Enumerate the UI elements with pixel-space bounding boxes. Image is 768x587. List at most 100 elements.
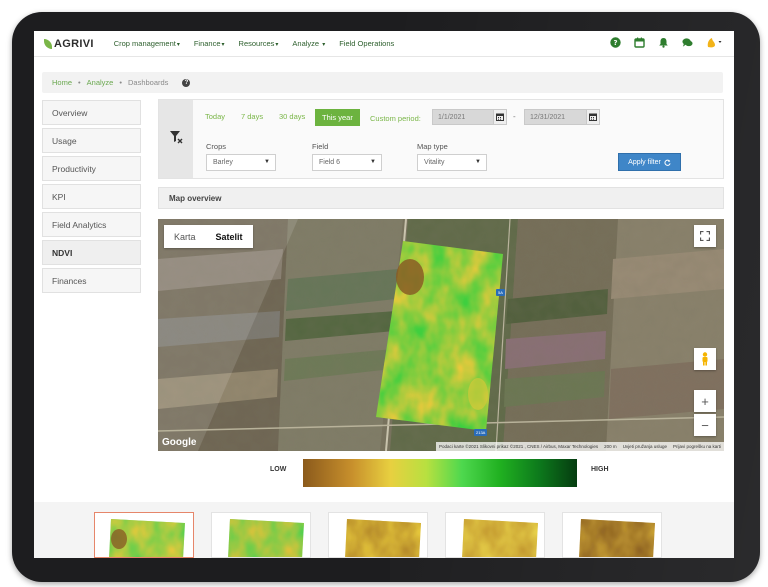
sidebar-item-finances[interactable]: Finances bbox=[42, 268, 141, 293]
clear-filter-icon bbox=[169, 130, 183, 149]
custom-period-label: Custom period: bbox=[370, 114, 421, 123]
satellite-imagery bbox=[158, 219, 724, 451]
range-30-days[interactable]: 30 days bbox=[279, 112, 305, 121]
range-today[interactable]: Today bbox=[205, 112, 225, 121]
nav-analyze[interactable]: Analyze ▾ bbox=[292, 39, 325, 48]
breadcrumb-separator: • bbox=[119, 78, 122, 87]
clear-filter-button[interactable] bbox=[159, 100, 193, 178]
attribution-text: Podaci karte ©2021 Slikovni prikaz ©2021… bbox=[439, 444, 599, 449]
google-logo: Google bbox=[162, 437, 197, 448]
help-icon[interactable]: ? bbox=[610, 37, 621, 48]
nav-resources[interactable]: Resources▾ bbox=[239, 39, 279, 48]
ndvi-thumbnail-image bbox=[228, 519, 304, 557]
timeline-thumbnail[interactable] bbox=[445, 512, 545, 558]
report-error-link[interactable]: Prijavi pogrešku na karti bbox=[673, 444, 721, 449]
sidebar-item-kpi[interactable]: KPI bbox=[42, 184, 141, 209]
ndvi-thumbnail-image bbox=[109, 519, 185, 557]
top-navigation: AGRIVI Crop management▾ Finance▾ Resourc… bbox=[34, 31, 734, 57]
sidebar-item-ndvi[interactable]: NDVI bbox=[42, 240, 141, 265]
timeline-thumbnail[interactable] bbox=[211, 512, 311, 558]
chevron-down-icon: ▼ bbox=[370, 159, 376, 165]
leaf-logo-icon bbox=[44, 38, 52, 49]
road-label: 5A bbox=[496, 289, 505, 296]
chevron-down-icon: ▾ bbox=[176, 42, 180, 48]
calendar-icon[interactable] bbox=[634, 37, 645, 48]
sidebar-item-field-analytics[interactable]: Field Analytics bbox=[42, 212, 141, 237]
fullscreen-icon bbox=[700, 231, 710, 241]
terms-link[interactable]: Uvjeti pružanja usluge bbox=[623, 444, 667, 449]
nav-actions: ? bbox=[610, 37, 724, 48]
refresh-icon bbox=[664, 159, 671, 166]
map-scale: 200 m bbox=[604, 444, 617, 449]
zoom-in-button[interactable]: + bbox=[694, 390, 716, 412]
nav-label: Analyze bbox=[292, 39, 320, 48]
chevron-down-icon: ▾ bbox=[275, 42, 279, 48]
timeline-thumbnail[interactable] bbox=[94, 512, 194, 558]
range-this-year[interactable]: This year bbox=[315, 109, 360, 126]
crops-label: Crops bbox=[206, 142, 227, 151]
breadcrumb-home[interactable]: Home bbox=[52, 78, 72, 87]
page: AGRIVI Crop management▾ Finance▾ Resourc… bbox=[0, 0, 768, 587]
tab-satellite[interactable]: Satelit bbox=[206, 225, 253, 248]
date-from-calendar-button[interactable] bbox=[493, 109, 507, 125]
chevron-down-icon: ▼ bbox=[475, 159, 481, 165]
image-timeline bbox=[34, 502, 734, 558]
pegman-icon bbox=[702, 352, 708, 366]
breadcrumb-current: Dashboards bbox=[127, 78, 169, 87]
nav-label: Resources bbox=[238, 39, 275, 48]
sidebar-item-overview[interactable]: Overview bbox=[42, 100, 141, 125]
legend-low-label: LOW bbox=[270, 466, 287, 473]
timeline-thumbnail[interactable] bbox=[328, 512, 428, 558]
ndvi-thumbnail-image bbox=[579, 519, 655, 557]
breadcrumb: Home • Analyze • Dashboards ? bbox=[42, 72, 723, 93]
date-from-input[interactable]: 1/1/2021 bbox=[432, 109, 496, 125]
tab-map[interactable]: Karta bbox=[164, 225, 206, 248]
nav-label: Field Operations bbox=[339, 39, 395, 48]
chevron-down-icon: ▾ bbox=[221, 42, 225, 48]
sidebar-item-usage[interactable]: Usage bbox=[42, 128, 141, 153]
map-attribution: Podaci karte ©2021 Slikovni prikaz ©2021… bbox=[436, 442, 724, 451]
map-type-select[interactable]: Vitality ▼ bbox=[417, 154, 487, 171]
fullscreen-button[interactable] bbox=[694, 225, 716, 247]
app-screen: AGRIVI Crop management▾ Finance▾ Resourc… bbox=[34, 31, 734, 558]
ndvi-thumbnail-image bbox=[462, 519, 538, 557]
zoom-out-button[interactable]: − bbox=[694, 414, 716, 436]
user-menu-icon[interactable] bbox=[706, 37, 724, 48]
apply-filter-button[interactable]: Apply filter bbox=[618, 153, 681, 171]
field-select-value: Field 6 bbox=[319, 159, 341, 166]
date-separator: - bbox=[513, 112, 516, 121]
chat-icon[interactable] bbox=[682, 37, 693, 48]
field-select[interactable]: Field 6 ▼ bbox=[312, 154, 382, 171]
calendar-icon bbox=[496, 113, 504, 121]
svg-text:?: ? bbox=[613, 39, 617, 47]
ndvi-legend-gradient bbox=[303, 459, 577, 487]
legend-high-label: HIGH bbox=[591, 466, 609, 473]
date-to-input[interactable]: 12/31/2021 bbox=[524, 109, 588, 125]
chevron-down-icon: ▾ bbox=[322, 42, 326, 48]
breadcrumb-separator: • bbox=[78, 78, 81, 87]
bell-icon[interactable] bbox=[658, 37, 669, 48]
crops-select[interactable]: Barley ▼ bbox=[206, 154, 276, 171]
map-type-label: Map type bbox=[417, 142, 448, 151]
logo-text: AGRIVI bbox=[54, 37, 94, 50]
nav-label: Crop management bbox=[113, 39, 176, 48]
map-overview-header: Map overview bbox=[158, 187, 724, 209]
sidebar-item-productivity[interactable]: Productivity bbox=[42, 156, 141, 181]
calendar-icon bbox=[589, 113, 597, 121]
apply-filter-label: Apply filter bbox=[628, 158, 661, 166]
filter-panel: Today 7 days 30 days This year Custom pe… bbox=[158, 99, 724, 179]
nav-field-operations[interactable]: Field Operations bbox=[339, 39, 394, 48]
satellite-map[interactable]: Karta Satelit + − 5A 213A Google Podaci … bbox=[158, 219, 724, 451]
range-7-days[interactable]: 7 days bbox=[241, 112, 263, 121]
nav-crop-management[interactable]: Crop management▾ bbox=[114, 39, 180, 48]
date-to-calendar-button[interactable] bbox=[586, 109, 600, 125]
breadcrumb-analyze[interactable]: Analyze bbox=[87, 78, 114, 87]
nav-label: Finance bbox=[193, 39, 221, 48]
nav-finance[interactable]: Finance▾ bbox=[194, 39, 225, 48]
help-icon[interactable]: ? bbox=[182, 78, 191, 87]
map-type-tabs: Karta Satelit bbox=[164, 225, 253, 248]
street-view-button[interactable] bbox=[694, 348, 716, 370]
field-label: Field bbox=[312, 142, 329, 151]
agrivi-logo[interactable]: AGRIVI bbox=[44, 38, 94, 50]
timeline-thumbnail[interactable] bbox=[562, 512, 662, 558]
